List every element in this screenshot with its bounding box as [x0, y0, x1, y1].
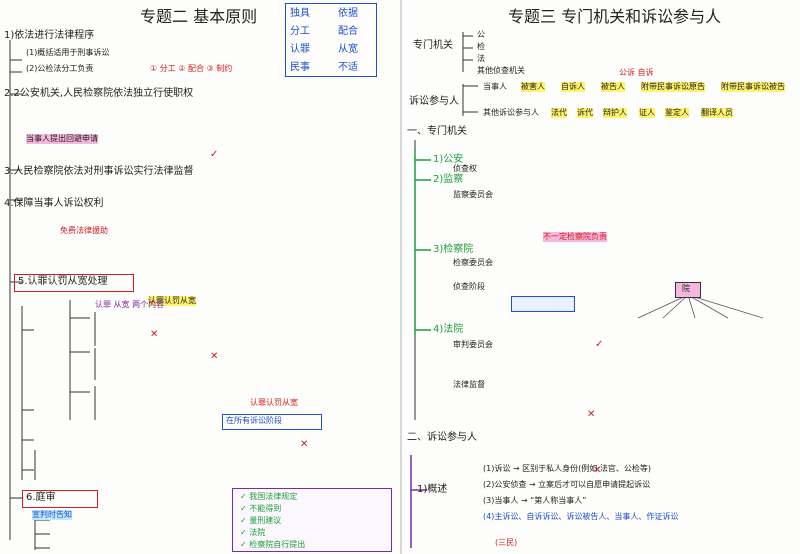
party-label: 其他诉讼参与人	[483, 108, 539, 117]
page-title: 专题二 基本原则	[140, 7, 258, 26]
outline-heading-5: 5.认罪认罚从宽处理	[18, 276, 108, 287]
legend-item: ✓ 不能得到	[240, 504, 282, 513]
summary-item: 分工	[290, 26, 310, 37]
outline-line: (4)主诉讼、自诉诉讼、诉讼被告人、当事人、作证诉讼	[483, 512, 679, 521]
summary-item: 民事	[290, 62, 310, 73]
outline-line: (2)公安侦查 → 立案后才可以自愿申请提起诉讼	[483, 480, 651, 489]
outline-sub: (1)概括适用于刑事诉讼	[26, 48, 110, 57]
outline-line: (3)当事人 → “第人称当事人”	[483, 496, 587, 505]
tag-text: 院	[682, 284, 690, 293]
outline-sub: ① 分工 ② 配合 ③ 制约	[150, 64, 233, 73]
highlight-note: 不一定检察院负责	[543, 232, 607, 242]
sub-note: 法律监督	[453, 380, 485, 389]
outline-heading-3: 3.人民检察院依法对刑事诉讼实行法律监督	[4, 166, 194, 177]
party-item: 法代	[551, 108, 567, 118]
outline-heading-2: 2.2公安机关,人民检察院依法独立行使职权	[4, 88, 194, 99]
summary-item: 从宽	[338, 44, 358, 55]
party-item: 诉代	[577, 108, 593, 118]
legend-item: ✓ 检察院自行提出	[240, 540, 306, 549]
sub-note: 审判委员会	[453, 340, 493, 349]
page-title: 专题三 专门机关和诉讼参与人	[508, 7, 722, 26]
left-notebook-page: 专题二 基本原则 独具 依据 分工 配合 认罪 从宽 民事 不适 1)依法进行法…	[0, 0, 402, 554]
category-label: 专门机关	[413, 40, 453, 51]
cross-icon: ✕	[210, 351, 219, 362]
cross-icon: ✕	[300, 439, 309, 450]
section-item: 2)监察	[433, 174, 464, 185]
outline-sub: (2)公检法分工负责	[26, 64, 94, 73]
summary-item: 依据	[338, 8, 358, 19]
org-item: 公	[477, 30, 485, 39]
summary-item: 不适	[338, 62, 358, 73]
section-heading: 一、专门机关	[407, 126, 467, 137]
party-label: 当事人	[483, 82, 507, 91]
red-note: (三民)	[495, 538, 518, 547]
party-item: 附带民事诉讼原告	[641, 82, 705, 92]
outline-line: (1)诉讼 → 区别于私人身份(例如:法官、公检等)	[483, 464, 652, 473]
highlight-note: 宣判时告知	[32, 510, 72, 520]
summary-item: 独具	[290, 8, 310, 19]
category-label: 诉讼参与人	[409, 96, 459, 107]
sub-note: 侦查权	[453, 164, 477, 173]
cross-icon: ✕	[150, 329, 159, 340]
org-item: 检	[477, 42, 485, 51]
summary-item: 配合	[338, 26, 358, 37]
check-icon: ✓	[210, 149, 219, 160]
red-note: 免费法律援助	[60, 226, 108, 235]
sub-note: 监察委员会	[453, 190, 493, 199]
sub-note: 侦查阶段	[453, 282, 485, 291]
party-item: 被害人	[521, 82, 545, 92]
legend-item: ✓ 我国法律规定	[240, 492, 298, 501]
section-item: 4)法院	[433, 324, 464, 335]
party-item: 证人	[639, 108, 655, 118]
section-heading: 二、诉讼参与人	[407, 432, 477, 443]
party-item: 附带民事诉讼被告	[721, 82, 785, 92]
outline-heading-4: 4.保障当事人诉讼权利	[4, 198, 104, 209]
party-item: 被告人	[601, 82, 625, 92]
summary-item: 认罪	[290, 44, 310, 55]
right-notebook-page: 专题三 专门机关和诉讼参与人 专门机关 公 检 法 其他侦查机关 诉讼参与人 当…	[403, 0, 800, 554]
red-note: 公诉 自诉	[619, 68, 654, 77]
org-item: 其他侦查机关	[477, 66, 525, 75]
red-note: 认罪认罚从宽	[250, 398, 298, 407]
section-item: 1)概述	[417, 484, 448, 495]
cross-icon: ✕	[587, 409, 596, 420]
party-item: 翻译人员	[701, 108, 733, 118]
party-item: 自诉人	[561, 82, 585, 92]
highlight-note: 当事人提出回避申请	[26, 134, 98, 144]
outline-heading-1: 1)依法进行法律程序	[4, 30, 95, 41]
legend-item: ✓ 法院	[240, 528, 266, 537]
section-item: 3)检察院	[433, 244, 474, 255]
note: 认罪 从宽 两个内容	[95, 300, 165, 309]
blue-box	[511, 296, 575, 312]
legend-item: ✓ 量刑建议	[240, 516, 282, 525]
note: 在所有诉讼阶段	[226, 416, 282, 425]
party-item: 辩护人	[603, 108, 627, 118]
party-item: 鉴定人	[665, 108, 689, 118]
outline-heading-6: 6.庭审	[26, 492, 56, 503]
check-icon: ✓	[595, 339, 604, 350]
sub-note: 检察委员会	[453, 258, 493, 267]
org-item: 法	[477, 54, 485, 63]
